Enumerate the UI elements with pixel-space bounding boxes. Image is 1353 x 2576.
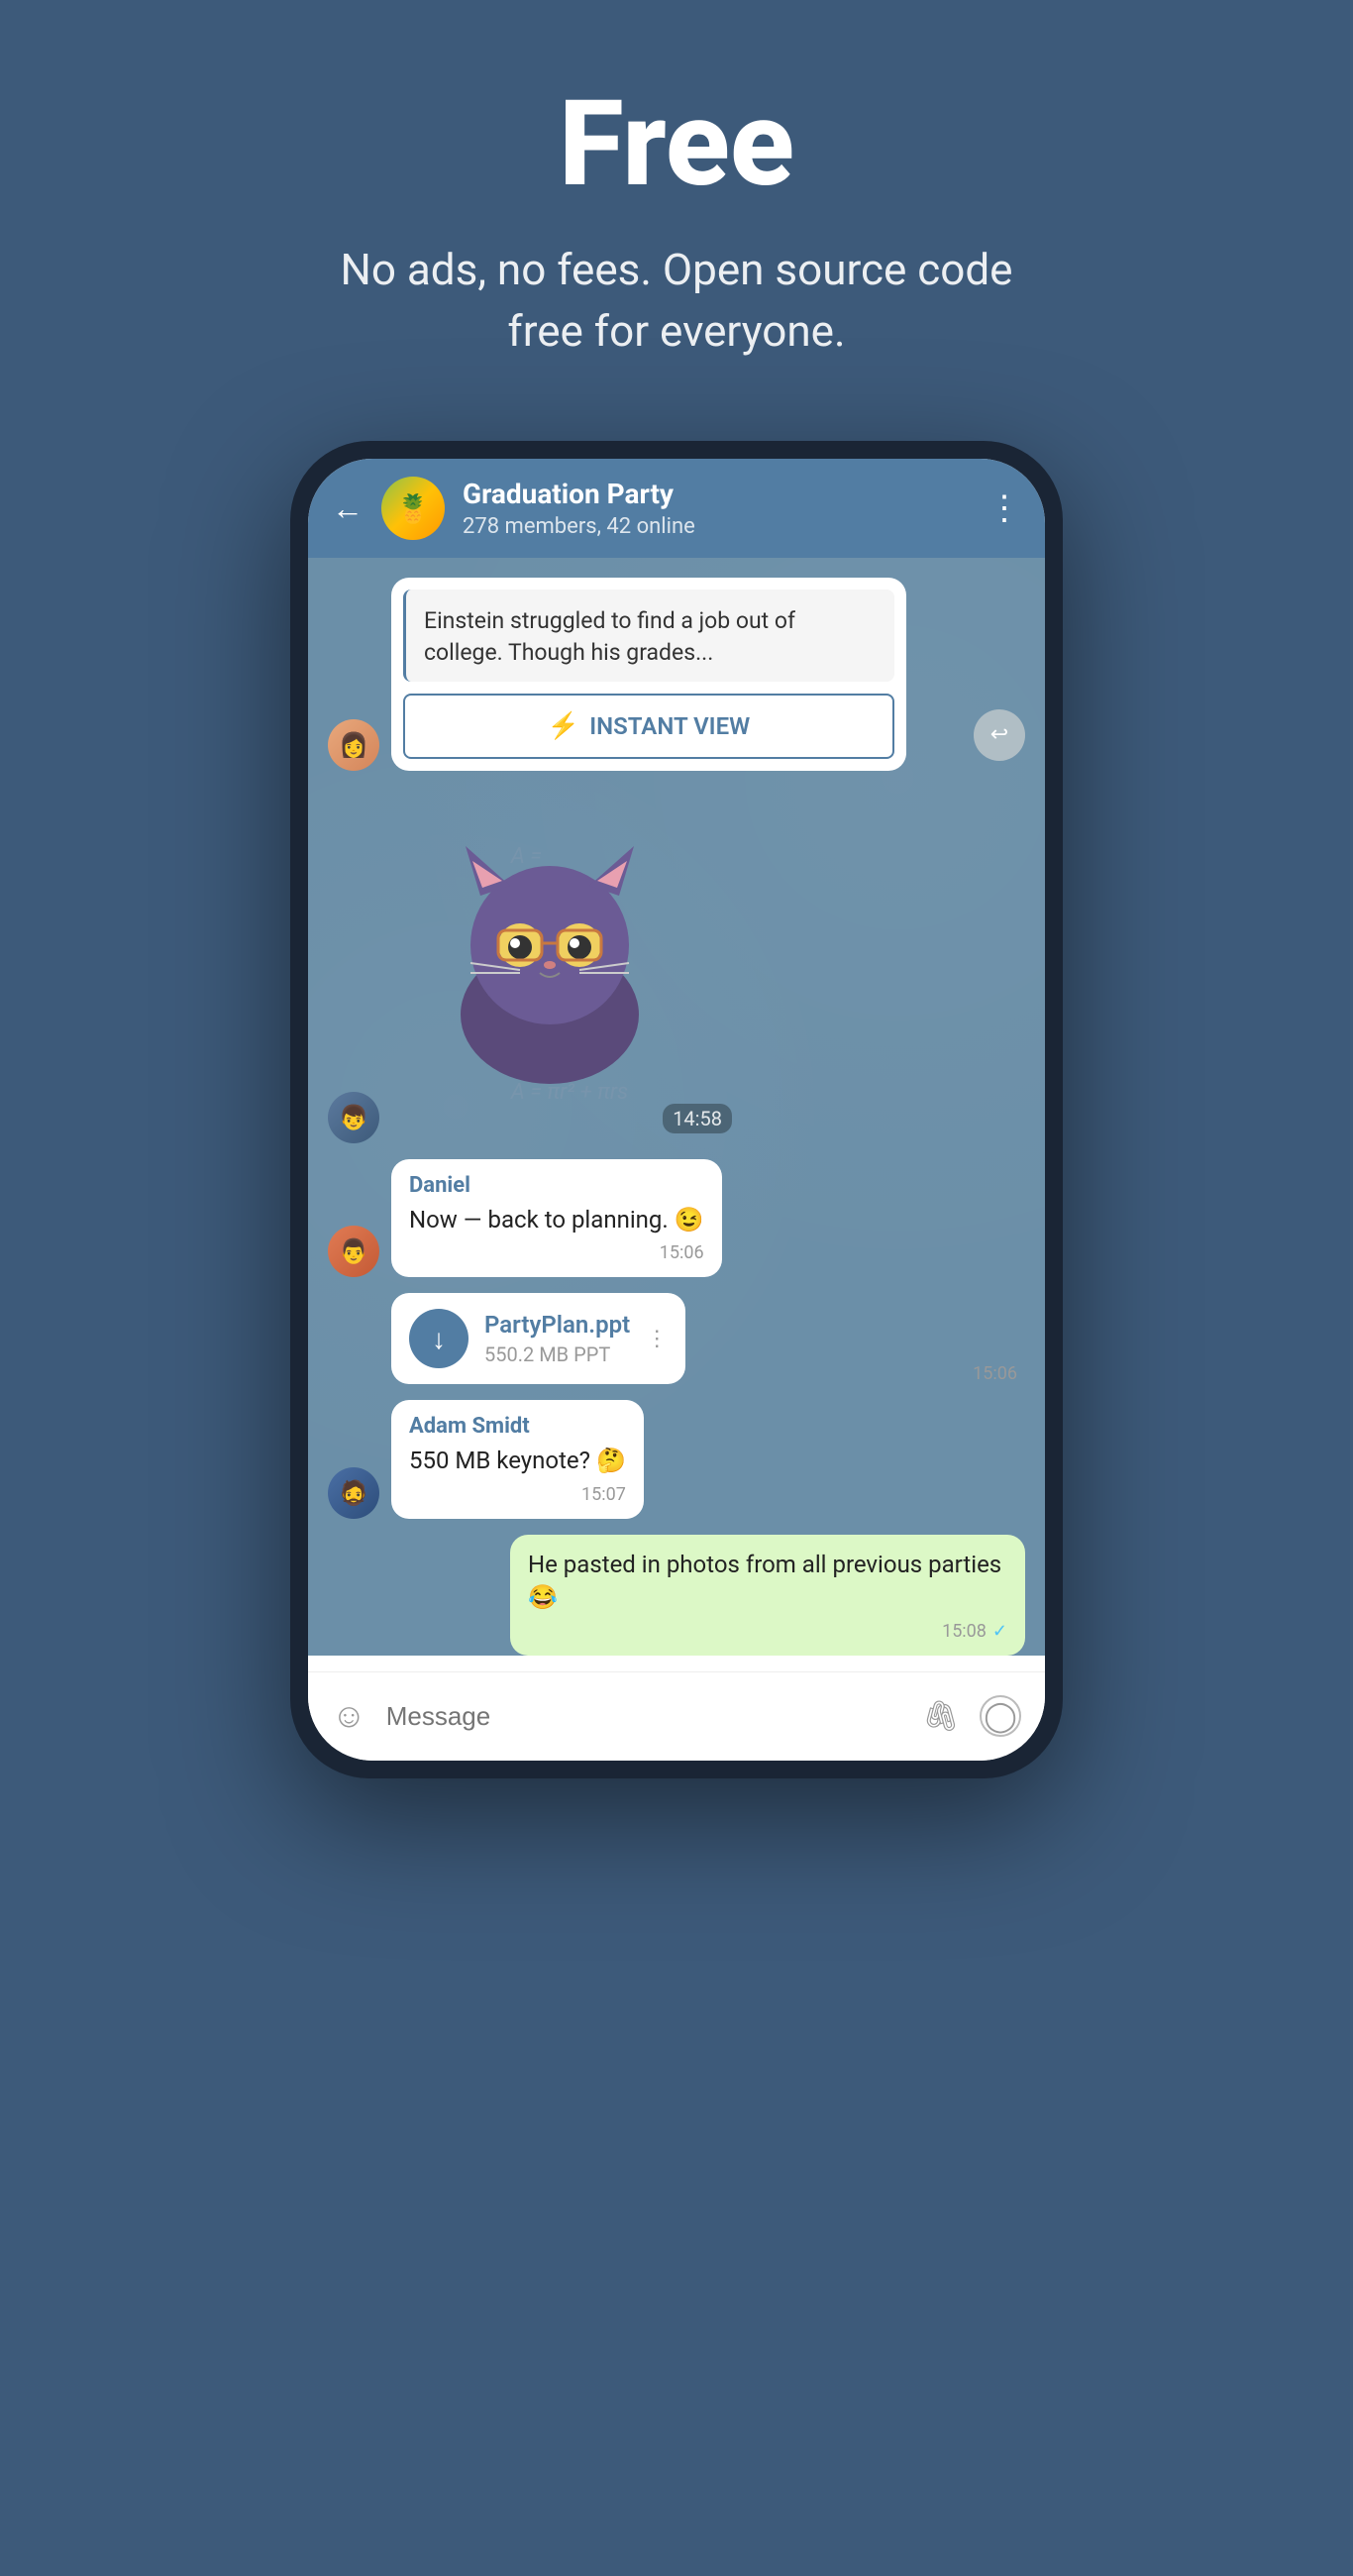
- group-meta: 278 members, 42 online: [463, 514, 970, 539]
- message-row-outgoing: He pasted in photos from all previous pa…: [328, 1535, 1025, 1656]
- file-name: PartyPlan.ppt: [484, 1311, 630, 1339]
- header-info: Graduation Party 278 members, 42 online: [463, 478, 970, 539]
- message-row-daniel: 👨 Daniel Now — back to planning. 😉 15:06: [328, 1159, 1025, 1278]
- phone-outer: ← 🍍 Graduation Party 278 members, 42 onl…: [290, 441, 1063, 1778]
- lightning-icon: ⚡: [548, 711, 579, 741]
- download-button[interactable]: ↓: [409, 1309, 468, 1368]
- user-avatar-1: 👩: [328, 719, 379, 771]
- sticker-time: 14:58: [663, 1104, 732, 1133]
- adam-time: 15:07: [409, 1484, 626, 1505]
- chat-body: 👩 Einstein struggled to find a job out o…: [308, 558, 1045, 1656]
- daniel-text: Now — back to planning. 😉: [409, 1204, 704, 1237]
- message-row-adam: 🧔 Adam Smidt 550 MB keynote? 🤔 15:07: [328, 1400, 1025, 1519]
- outgoing-bubble: He pasted in photos from all previous pa…: [510, 1535, 1025, 1656]
- group-avatar: 🍍: [381, 477, 445, 540]
- check-icon: ✓: [992, 1621, 1007, 1642]
- outgoing-time: 15:08 ✓: [528, 1621, 1007, 1642]
- article-text: Einstein struggled to find a job out of …: [403, 590, 894, 681]
- hero-section: Free No ads, no fees. Open source code f…: [290, 0, 1063, 421]
- instant-view-button[interactable]: ⚡ INSTANT VIEW: [403, 694, 894, 759]
- file-info: PartyPlan.ppt 550.2 MB PPT: [484, 1311, 630, 1366]
- daniel-bubble: Daniel Now — back to planning. 😉 15:06: [391, 1159, 722, 1278]
- emoji-button[interactable]: ☺: [332, 1696, 366, 1736]
- header-menu-button[interactable]: ⋮: [988, 488, 1021, 528]
- phone-wrapper: ← 🍍 Graduation Party 278 members, 42 onl…: [290, 441, 1063, 1778]
- message-input[interactable]: [386, 1701, 902, 1732]
- adam-sender: Adam Smidt: [409, 1414, 626, 1439]
- file-time: 15:06: [697, 1363, 1025, 1384]
- adam-text: 550 MB keynote? 🤔: [409, 1445, 626, 1478]
- adam-bubble: Adam Smidt 550 MB keynote? 🤔 15:07: [391, 1400, 644, 1519]
- group-name: Graduation Party: [463, 478, 970, 510]
- file-size: 550.2 MB PPT: [484, 1342, 630, 1366]
- page-title: Free: [330, 79, 1023, 210]
- input-bar: ☺ 🖇 ◯: [308, 1671, 1045, 1761]
- file-message-row: ↓ PartyPlan.ppt 550.2 MB PPT ⋮ 15:06: [391, 1293, 1025, 1384]
- file-menu-button[interactable]: ⋮: [646, 1327, 668, 1351]
- camera-button[interactable]: ◯: [980, 1695, 1021, 1737]
- article-row: 👩 Einstein struggled to find a job out o…: [328, 578, 1025, 770]
- sticker-row: 👦 A =V = l²P = 2πrA = πr²s = √r² + h²A =…: [328, 787, 1025, 1143]
- cat-sticker: [421, 816, 678, 1098]
- file-bubble: ↓ PartyPlan.ppt 550.2 MB PPT ⋮: [391, 1293, 685, 1384]
- daniel-time: 15:06: [409, 1242, 704, 1263]
- phone-inner: ← 🍍 Graduation Party 278 members, 42 onl…: [308, 459, 1045, 1761]
- user-avatar-4: 🧔: [328, 1467, 379, 1519]
- user-avatar-2: 👦: [328, 1092, 379, 1143]
- sticker-bubble: A =V = l²P = 2πrA = πr²s = √r² + h²A = π…: [391, 806, 748, 1143]
- user-avatar-3: 👨: [328, 1226, 379, 1277]
- daniel-sender: Daniel: [409, 1173, 704, 1198]
- attach-button[interactable]: 🖇: [922, 1699, 960, 1734]
- share-button[interactable]: ↩: [974, 709, 1025, 761]
- article-bubble: Einstein struggled to find a job out of …: [391, 578, 906, 770]
- chat-header: ← 🍍 Graduation Party 278 members, 42 onl…: [308, 459, 1045, 558]
- back-button[interactable]: ←: [332, 489, 364, 527]
- instant-view-label: INSTANT VIEW: [589, 712, 750, 740]
- avatar-emoji: 🍍: [396, 492, 431, 525]
- hero-subtitle: No ads, no fees. Open source code free f…: [330, 240, 1023, 362]
- outgoing-text: He pasted in photos from all previous pa…: [528, 1549, 1007, 1615]
